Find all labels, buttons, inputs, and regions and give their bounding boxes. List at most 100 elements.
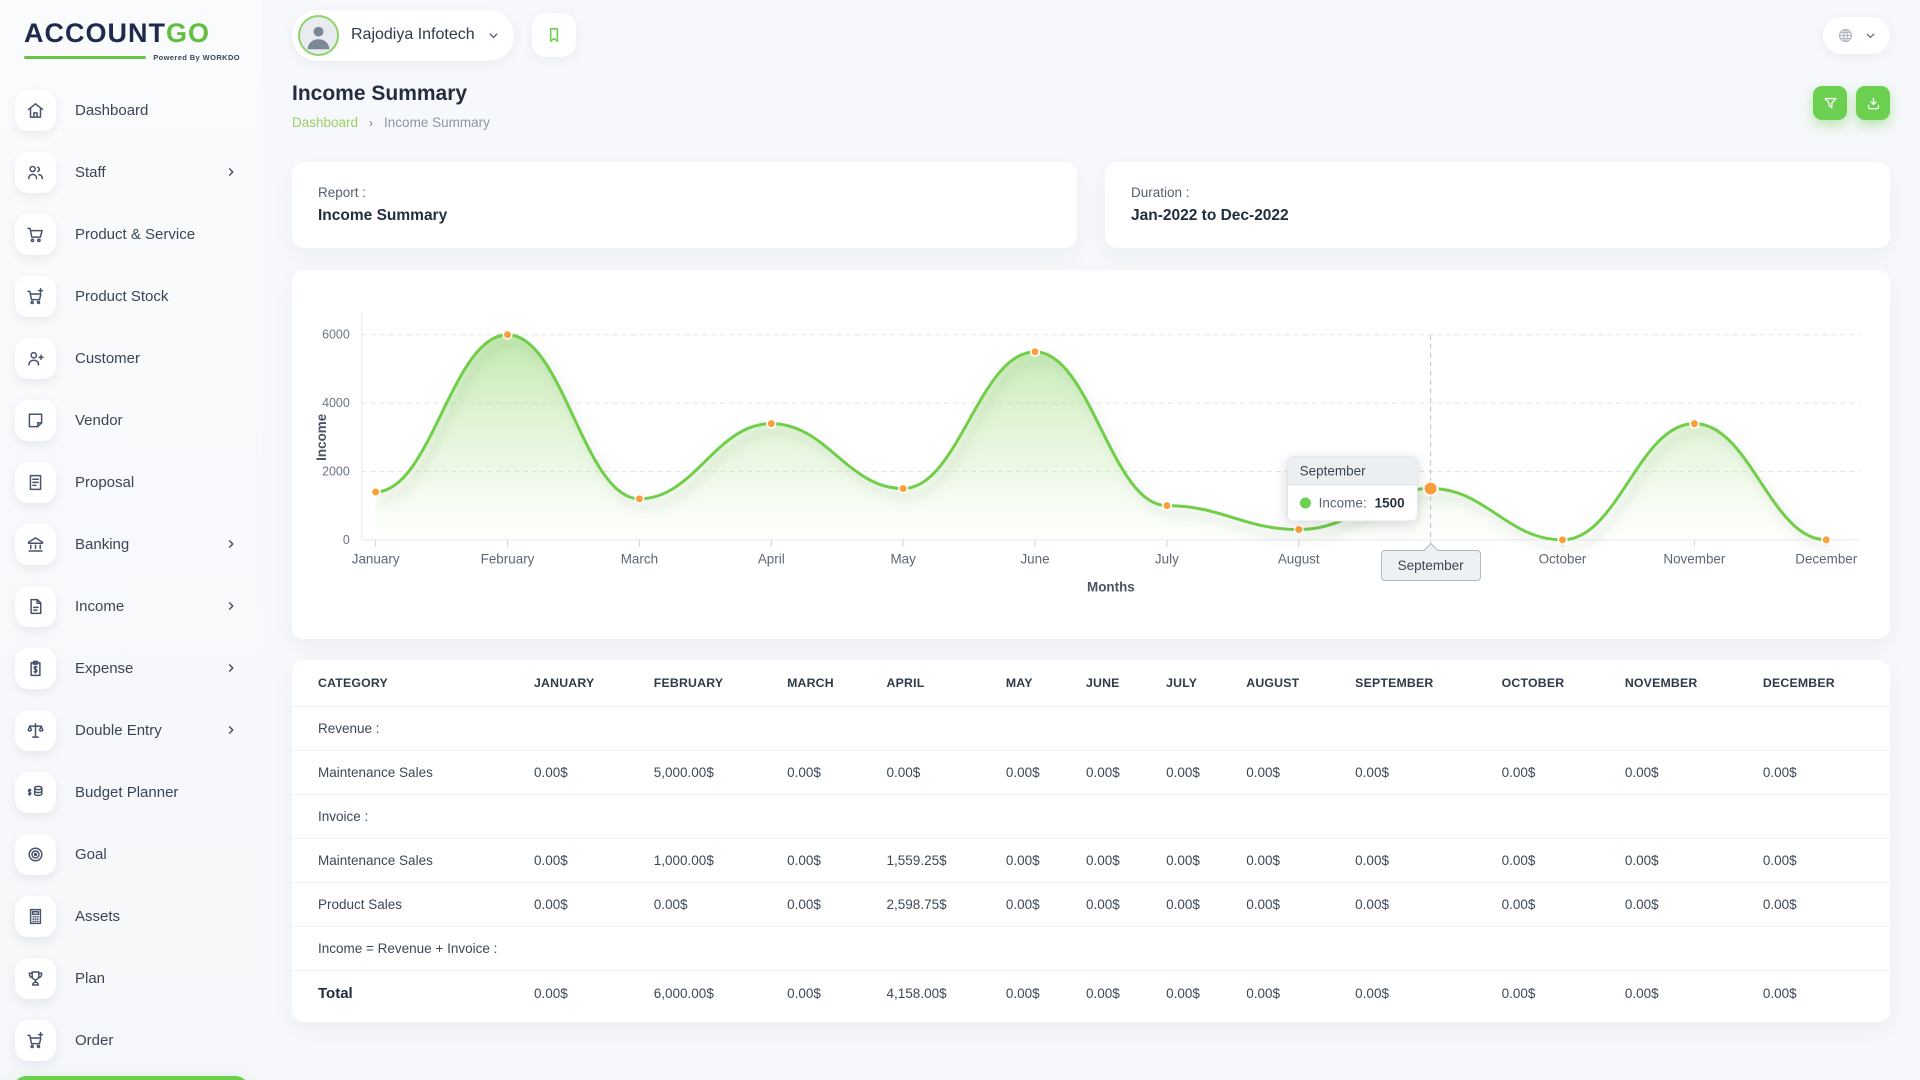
row-category-label: Maintenance Sales xyxy=(292,839,524,883)
app-root: ACCOUNTGO Powered By WORKDO Dashboard Sta… xyxy=(0,0,1920,1080)
sidebar-item-banking[interactable]: Banking xyxy=(12,518,250,570)
vendor-icon xyxy=(25,410,46,431)
row-month-value: 0.00$ xyxy=(1615,839,1753,883)
column-header-month: DECEMBER xyxy=(1753,660,1890,707)
vendor-icon-box xyxy=(15,400,56,441)
brand-name: ACCOUNTGO xyxy=(24,20,240,47)
product-service-icon xyxy=(25,224,46,245)
product-service-icon-box xyxy=(15,214,56,255)
sidebar-item-assets[interactable]: Assets xyxy=(12,890,250,942)
language-selector[interactable] xyxy=(1823,17,1890,54)
goal-icon-box xyxy=(15,834,56,875)
row-category-label: Maintenance Sales xyxy=(292,751,524,795)
row-month-value: 0.00$ xyxy=(877,751,996,795)
sidebar-item-label: Income xyxy=(75,598,205,615)
row-month-value: 0.00$ xyxy=(644,883,777,927)
column-header-month: SEPTEMBER xyxy=(1345,660,1491,707)
row-month-value: 0.00$ xyxy=(1492,883,1615,927)
row-month-value: 0.00$ xyxy=(524,883,644,927)
bookmark-icon xyxy=(544,25,564,45)
brand-tagline: Powered By WORKDO xyxy=(24,53,240,62)
sidebar-item-label: Double Entry xyxy=(75,722,205,739)
svg-text:March: March xyxy=(621,552,658,567)
chevron-right-icon xyxy=(224,537,238,551)
series-marker-icon xyxy=(1300,497,1311,508)
sidebar-item-proposal[interactable]: Proposal xyxy=(12,456,250,508)
income-icon-box xyxy=(15,586,56,627)
order-icon xyxy=(25,1030,46,1051)
sidebar-item-vendor[interactable]: Vendor xyxy=(12,394,250,446)
sidebar-item-product-service[interactable]: Product & Service xyxy=(12,208,250,260)
download-button[interactable] xyxy=(1856,86,1890,120)
powered-by-label: Powered By WORKDO xyxy=(153,53,240,62)
bookmark-button[interactable] xyxy=(532,13,576,57)
brand-logo[interactable]: ACCOUNTGO Powered By WORKDO xyxy=(0,12,262,72)
plan-icon-box xyxy=(15,958,56,999)
svg-text:October: October xyxy=(1539,552,1587,567)
column-header-month: JANUARY xyxy=(524,660,644,707)
chart-axis-pointer-label: September xyxy=(1381,550,1481,581)
sidebar-item-label: Dashboard xyxy=(75,102,240,119)
tooltip-title: September xyxy=(1288,457,1417,485)
product-stock-icon-box xyxy=(15,276,56,317)
svg-text:4000: 4000 xyxy=(322,396,350,410)
sidebar-item-order[interactable]: Order xyxy=(12,1014,250,1066)
income-icon xyxy=(25,596,46,617)
sidebar-item-double-entry[interactable]: Double Entry xyxy=(12,704,250,756)
row-month-value: 4,158.00$ xyxy=(877,971,996,1017)
chevron-right-icon xyxy=(224,165,238,179)
company-selector[interactable]: Rajodiya Infotech xyxy=(292,10,514,61)
table-section-row: Income = Revenue + Invoice : xyxy=(292,927,1890,971)
home-icon xyxy=(25,100,46,121)
sidebar-item-staff[interactable]: Staff xyxy=(12,146,250,198)
sidebar-item-report[interactable]: Report xyxy=(12,1076,250,1080)
sidebar-item-budget-planner[interactable]: Budget Planner xyxy=(12,766,250,818)
svg-text:6000: 6000 xyxy=(322,328,350,342)
row-month-value: 0.00$ xyxy=(996,971,1076,1017)
table-section-label: Income = Revenue + Invoice : xyxy=(292,927,1890,971)
sidebar-item-dashboard[interactable]: Dashboard xyxy=(12,84,250,136)
table-row: Maintenance Sales0.00$5,000.00$0.00$0.00… xyxy=(292,751,1890,795)
breadcrumb-dashboard-link[interactable]: Dashboard xyxy=(292,115,358,130)
row-month-value: 0.00$ xyxy=(1615,883,1753,927)
row-month-value: 0.00$ xyxy=(996,883,1076,927)
table-header-row: CATEGORYJANUARYFEBRUARYMARCHAPRILMAYJUNE… xyxy=(292,660,1890,707)
sidebar: ACCOUNTGO Powered By WORKDO Dashboard Sta… xyxy=(0,0,262,1080)
sidebar-item-label: Goal xyxy=(75,846,240,863)
table-row: Product Sales0.00$0.00$0.00$2,598.75$0.0… xyxy=(292,883,1890,927)
chevron-right-icon xyxy=(224,661,238,675)
row-month-value: 1,559.25$ xyxy=(877,839,996,883)
column-header-month: OCTOBER xyxy=(1492,660,1615,707)
filter-button[interactable] xyxy=(1813,86,1847,120)
sidebar-item-income[interactable]: Income xyxy=(12,580,250,632)
customer-icon-box xyxy=(15,338,56,379)
sidebar-item-label: Banking xyxy=(75,536,205,553)
svg-text:Income: Income xyxy=(314,413,329,461)
user-avatar-icon xyxy=(302,19,335,52)
chevron-down-icon xyxy=(1864,29,1877,42)
staff-icon-box xyxy=(15,152,56,193)
row-month-value: 0.00$ xyxy=(1492,751,1615,795)
sidebar-item-plan[interactable]: Plan xyxy=(12,952,250,1004)
sidebar-item-expense[interactable]: Expense xyxy=(12,642,250,694)
chevron-right-icon xyxy=(224,599,238,613)
svg-text:April: April xyxy=(758,552,785,567)
row-month-value: 0.00$ xyxy=(996,839,1076,883)
product-stock-icon xyxy=(25,286,46,307)
sidebar-item-goal[interactable]: Goal xyxy=(12,828,250,880)
table-row: Maintenance Sales0.00$1,000.00$0.00$1,55… xyxy=(292,839,1890,883)
row-category-label: Product Sales xyxy=(292,883,524,927)
row-month-value: 0.00$ xyxy=(1345,839,1491,883)
double-entry-icon-box xyxy=(15,710,56,751)
main-content: Rajodiya Infotech Income Summary Dashboa… xyxy=(262,0,1920,1080)
svg-text:May: May xyxy=(890,552,916,567)
row-month-value: 0.00$ xyxy=(777,883,876,927)
svg-text:August: August xyxy=(1278,552,1320,567)
topbar: Rajodiya Infotech xyxy=(292,0,1890,70)
page-title: Income Summary xyxy=(292,82,490,106)
order-icon-box xyxy=(15,1020,56,1061)
company-name: Rajodiya Infotech xyxy=(351,26,475,44)
sidebar-item-customer[interactable]: Customer xyxy=(12,332,250,384)
sidebar-item-product-stock[interactable]: Product Stock xyxy=(12,270,250,322)
brand-underline xyxy=(24,56,146,59)
